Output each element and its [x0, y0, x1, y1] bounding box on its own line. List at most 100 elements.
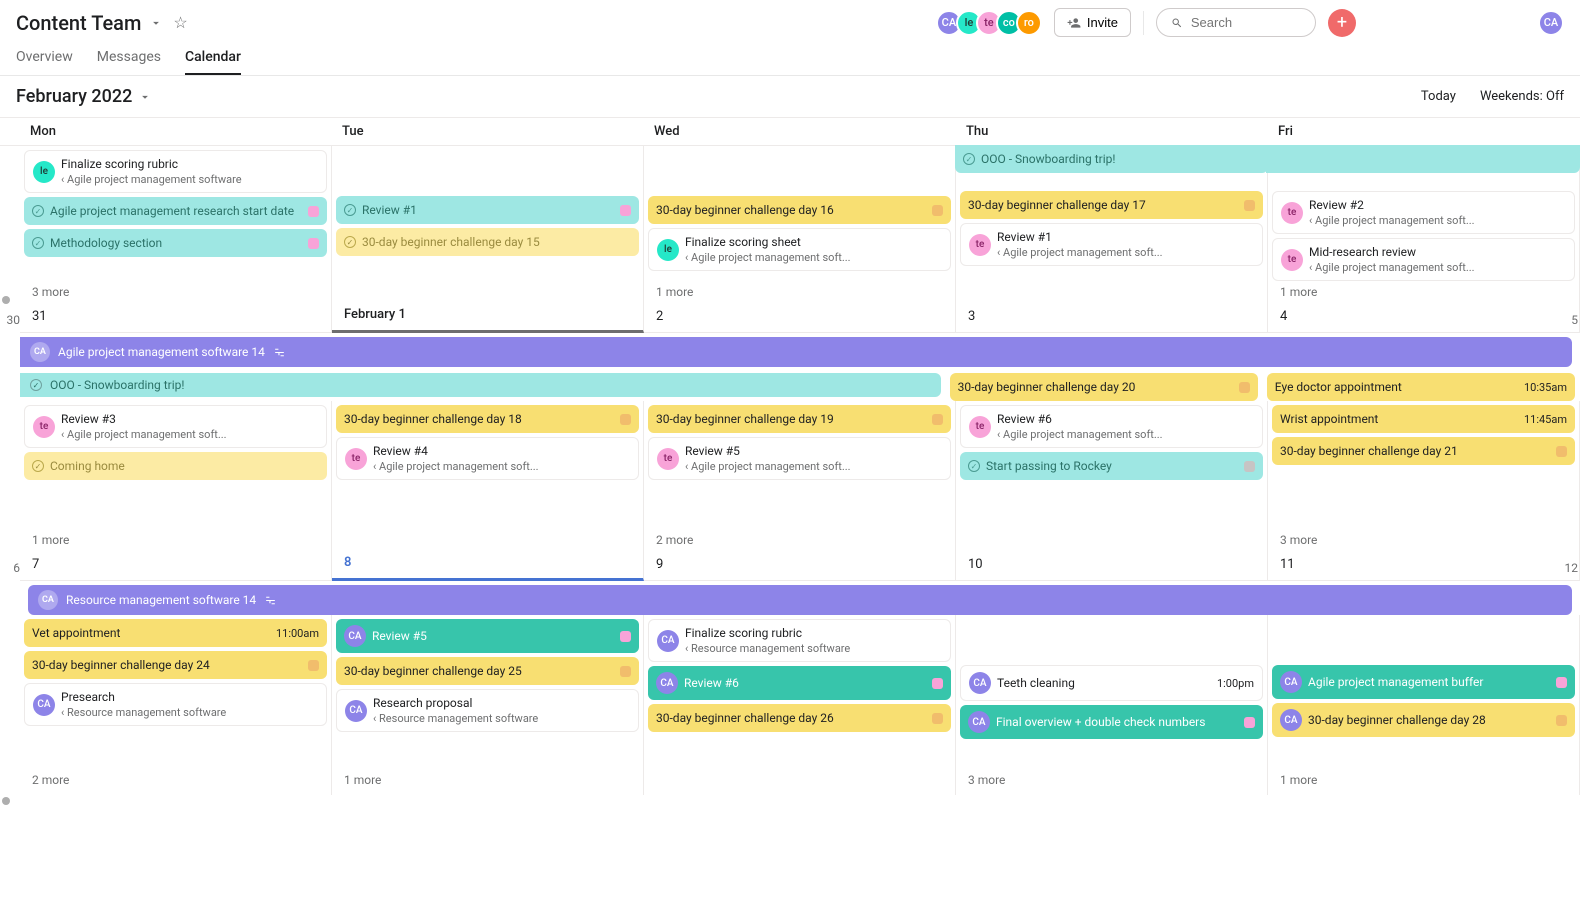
event-card[interactable]: Wrist appointment 11:45am [1272, 405, 1575, 433]
event-subtitle: ‹ Agile project management soft... [1309, 214, 1475, 227]
tag-icon [1244, 461, 1255, 472]
tag-icon [1556, 446, 1567, 457]
month-picker[interactable]: February 2022 [16, 86, 132, 107]
event-card[interactable]: 30-day beginner challenge day 19 [648, 405, 951, 433]
chevron-down-icon[interactable] [149, 16, 163, 30]
event-title: OOO - Snowboarding trip! [981, 152, 1260, 166]
event-card[interactable]: CA Research proposal ‹ Resource manageme… [336, 689, 639, 732]
day-cell-wed[interactable]: 30-day beginner challenge day 19 te Revi… [644, 401, 956, 581]
event-card[interactable]: 30-day beginner challenge day 25 [336, 657, 639, 685]
tab-messages[interactable]: Messages [97, 41, 161, 75]
edge-dot-icon [2, 797, 10, 805]
event-title: Finalize scoring rubric [61, 157, 178, 171]
add-button[interactable]: + [1328, 9, 1356, 37]
day-cell-wed[interactable]: CA Finalize scoring rubric ‹ Resource ma… [644, 615, 956, 795]
event-card[interactable]: CA Presearch ‹ Resource management softw… [24, 683, 327, 726]
event-title: Review #2 [1309, 198, 1364, 212]
event-title: Review #4 [373, 444, 428, 458]
event-title: Agile project management research start … [50, 204, 302, 218]
day-cell-mon[interactable]: te Review #3 ‹ Agile project management … [20, 401, 332, 581]
event-card[interactable]: Methodology section [24, 229, 327, 257]
event-card[interactable]: 30-day beginner challenge day 20 [950, 373, 1258, 401]
project-banner[interactable]: CA Agile project management software 14 [20, 337, 1572, 367]
event-card[interactable]: le Finalize scoring rubric ‹ Agile proje… [24, 150, 327, 193]
more-link[interactable]: 1 more [1272, 281, 1575, 303]
day-number: 8 [336, 549, 639, 574]
check-icon [963, 153, 975, 165]
day-cell-mon[interactable]: le Finalize scoring rubric ‹ Agile proje… [20, 146, 332, 333]
more-link[interactable]: 3 more [1272, 529, 1575, 551]
day-cell-tue[interactable]: CA Review #5 30-day beginner challenge d… [332, 615, 644, 795]
tab-calendar[interactable]: Calendar [185, 41, 241, 75]
avatar: CA [968, 711, 990, 733]
event-card[interactable]: 30-day beginner challenge day 15 [336, 228, 639, 256]
weekends-toggle[interactable]: Weekends: Off [1480, 89, 1564, 104]
day-cell-thu[interactable]: te Review #6 ‹ Agile project management … [956, 401, 1268, 581]
event-card[interactable]: Coming home [24, 452, 327, 480]
event-card[interactable]: CA Teeth cleaning 1:00pm [960, 665, 1263, 701]
more-link[interactable]: 2 more [648, 529, 951, 551]
day-cell-thu[interactable]: CA Teeth cleaning 1:00pm CA Final overvi… [956, 615, 1268, 795]
event-card[interactable]: CA Review #6 [648, 666, 951, 700]
event-title: Review #3 [61, 412, 116, 426]
event-card[interactable]: CA Review #5 [336, 619, 639, 653]
ooo-banner[interactable]: OOO - Snowboarding trip! [20, 373, 941, 397]
event-card[interactable]: 30-day beginner challenge day 24 [24, 651, 327, 679]
event-banner[interactable] [1266, 145, 1580, 173]
more-link[interactable]: 3 more [960, 769, 1263, 791]
event-card[interactable]: 30-day beginner challenge day 17 [960, 191, 1263, 219]
tab-overview[interactable]: Overview [16, 41, 73, 75]
more-link[interactable]: 3 more [24, 281, 327, 303]
event-card[interactable]: 30-day beginner challenge day 16 [648, 196, 951, 224]
event-card[interactable]: 30-day beginner challenge day 18 [336, 405, 639, 433]
profile-avatar[interactable]: CA [1538, 10, 1564, 36]
event-title: 30-day beginner challenge day 16 [656, 203, 926, 217]
day-cell-mon[interactable]: Vet appointment 11:00am 30-day beginner … [20, 615, 332, 795]
event-subtitle: ‹ Resource management software [685, 642, 850, 655]
search-input[interactable] [1191, 15, 1301, 30]
event-banner[interactable]: OOO - Snowboarding trip! [955, 145, 1268, 173]
search-box[interactable] [1156, 8, 1316, 37]
event-card[interactable]: CA 30-day beginner challenge day 28 [1272, 703, 1575, 737]
event-card[interactable]: te Review #4 ‹ Agile project management … [336, 437, 639, 480]
day-cell-tue[interactable]: 30-day beginner challenge day 18 te Revi… [332, 401, 644, 581]
event-card[interactable]: Start passing to Rockey [960, 452, 1263, 480]
more-link[interactable]: 2 more [24, 769, 327, 791]
chevron-down-icon[interactable] [138, 90, 152, 104]
star-icon[interactable]: ☆ [173, 13, 187, 32]
event-card[interactable]: Review #1 [336, 196, 639, 224]
more-link[interactable]: 1 more [24, 529, 327, 551]
event-card[interactable]: 30-day beginner challenge day 26 [648, 704, 951, 732]
event-card[interactable]: te Review #2 ‹ Agile project management … [1272, 191, 1575, 234]
event-card[interactable]: Agile project management research start … [24, 197, 327, 225]
day-cell-fri[interactable]: CA Agile project management buffer CA 30… [1268, 615, 1580, 795]
day-cell-fri[interactable]: Wrist appointment 11:45am 30-day beginne… [1268, 401, 1580, 581]
check-icon [968, 460, 980, 472]
event-card[interactable]: te Review #5 ‹ Agile project management … [648, 437, 951, 480]
event-title: Wrist appointment [1280, 412, 1518, 426]
day-cell-thu[interactable]: OOO - Snowboarding trip! 30-day beginner… [956, 146, 1268, 333]
more-link[interactable]: 1 more [1272, 769, 1575, 791]
event-card[interactable]: 30-day beginner challenge day 21 [1272, 437, 1575, 465]
project-banner[interactable]: CA Resource management software 14 [28, 585, 1572, 615]
project-title[interactable]: Content Team [16, 11, 141, 35]
event-card[interactable]: CA Final overview + double check numbers [960, 705, 1263, 739]
more-link[interactable]: 1 more [648, 281, 951, 303]
today-button[interactable]: Today [1421, 89, 1456, 104]
day-cell-wed[interactable]: 30-day beginner challenge day 16 le Fina… [644, 146, 956, 333]
event-card[interactable]: CA Finalize scoring rubric ‹ Resource ma… [648, 619, 951, 662]
event-card[interactable]: Vet appointment 11:00am [24, 619, 327, 647]
event-card[interactable]: le Finalize scoring sheet ‹ Agile projec… [648, 228, 951, 271]
event-card[interactable]: te Review #6 ‹ Agile project management … [960, 405, 1263, 448]
day-number: 2 [648, 303, 951, 328]
invite-button[interactable]: Invite [1054, 8, 1131, 37]
more-link[interactable]: 1 more [336, 769, 639, 791]
event-card[interactable]: te Review #1 ‹ Agile project management … [960, 223, 1263, 266]
event-card[interactable]: Eye doctor appointment 10:35am [1267, 373, 1575, 401]
event-card[interactable]: te Review #3 ‹ Agile project management … [24, 405, 327, 448]
event-card[interactable]: CA Agile project management buffer [1272, 665, 1575, 699]
event-card[interactable]: te Mid-research review ‹ Agile project m… [1272, 238, 1575, 281]
day-cell-tue[interactable]: Review #1 30-day beginner challenge day … [332, 146, 644, 333]
avatar-stack[interactable]: CA le te co ro [936, 10, 1042, 36]
day-cell-fri[interactable]: te Review #2 ‹ Agile project management … [1268, 146, 1580, 333]
